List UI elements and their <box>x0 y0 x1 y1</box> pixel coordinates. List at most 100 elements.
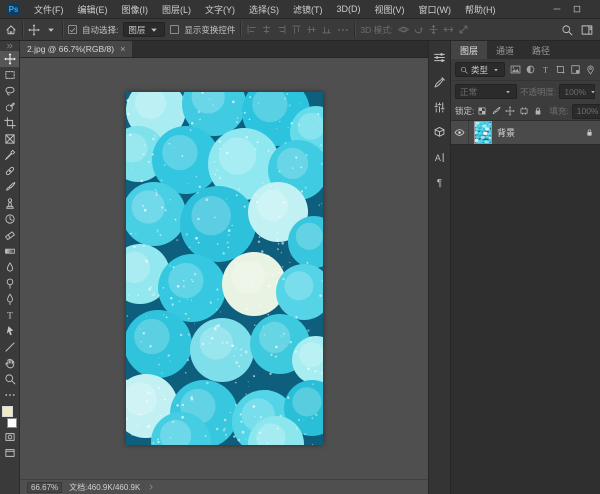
adjustments-panel-icon[interactable] <box>431 98 449 116</box>
quick-mask-button[interactable] <box>0 429 19 445</box>
zoom-tool[interactable] <box>0 371 19 387</box>
filter-adjust-icon[interactable] <box>525 64 536 75</box>
move-tool[interactable] <box>0 51 19 67</box>
paragraph-panel-icon[interactable]: ¶ <box>431 173 449 191</box>
menu-item[interactable]: 窗口(W) <box>412 0 459 18</box>
orbit-3d-icon[interactable] <box>398 24 409 35</box>
pen-tool[interactable] <box>0 291 19 307</box>
blend-mode-dropdown[interactable]: 正常 <box>455 84 517 99</box>
search-icon <box>460 66 468 74</box>
eraser-tool[interactable] <box>0 227 19 243</box>
libraries-panel-icon[interactable] <box>431 123 449 141</box>
close-tab-icon[interactable]: × <box>120 44 125 54</box>
current-tool-icon[interactable] <box>28 23 40 36</box>
home-icon[interactable] <box>5 24 17 36</box>
brush-tool[interactable] <box>0 179 19 195</box>
align-top-icon[interactable] <box>291 24 302 35</box>
filter-type-dropdown[interactable]: 类型 <box>455 62 505 77</box>
edit-toolbar-button[interactable] <box>0 387 19 403</box>
menu-item[interactable]: 视图(V) <box>368 0 412 18</box>
slide-3d-icon[interactable] <box>443 24 454 35</box>
search-icon[interactable] <box>561 24 573 36</box>
auto-select-dropdown[interactable]: 图层 <box>123 22 166 37</box>
clone-stamp-tool[interactable] <box>0 195 19 211</box>
crop-tool[interactable] <box>0 115 19 131</box>
more-options-icon[interactable] <box>337 24 349 36</box>
pan-3d-icon[interactable] <box>428 24 439 35</box>
align-center-v-icon[interactable] <box>306 24 317 35</box>
auto-select-checkbox[interactable] <box>68 25 77 34</box>
zoom-level-field[interactable]: 66.67% <box>27 481 63 493</box>
hand-tool[interactable] <box>0 355 19 371</box>
gradient-tool[interactable] <box>0 243 19 259</box>
menu-item[interactable]: 图像(I) <box>115 0 156 18</box>
menu-item[interactable]: 文件(F) <box>27 0 71 18</box>
lock-icon[interactable] <box>533 106 543 116</box>
type-tool[interactable]: T <box>0 307 19 323</box>
move-icon[interactable] <box>505 106 516 116</box>
title-bar: Ps 文件(F) 编辑(E) 图像(I) 图层(L) 文字(Y) 选择(S) 滤镜(T) 3D… <box>0 0 600 19</box>
show-transform-checkbox[interactable] <box>170 25 180 34</box>
svg-text:T: T <box>7 310 13 321</box>
eyedropper-tool[interactable] <box>0 147 19 163</box>
layer-row[interactable]: 背景 <box>451 121 600 145</box>
opacity-field[interactable]: 100% <box>559 84 596 99</box>
status-flyout-icon[interactable] <box>147 483 155 491</box>
align-left-icon[interactable] <box>246 24 257 35</box>
layer-lock-icon[interactable] <box>585 128 594 137</box>
path-select-tool[interactable] <box>0 323 19 339</box>
align-bottom-icon[interactable] <box>321 24 332 35</box>
background-color-swatch[interactable] <box>7 418 17 428</box>
canvas-image[interactable] <box>125 92 323 445</box>
panel-tab[interactable]: 路径 <box>523 41 559 59</box>
menu-item[interactable]: 编辑(E) <box>71 0 115 18</box>
smudge-tool[interactable] <box>0 259 19 275</box>
lasso-tool[interactable] <box>0 83 19 99</box>
filter-smart-icon[interactable] <box>570 64 581 75</box>
menu-item[interactable]: 帮助(H) <box>458 0 503 18</box>
lock-artboard-icon[interactable] <box>519 106 529 116</box>
spot-heal-tool[interactable] <box>0 163 19 179</box>
foreground-color-swatch[interactable] <box>2 406 13 417</box>
character-panel-icon[interactable]: A <box>431 148 449 166</box>
tools-panel: T <box>0 41 20 494</box>
screen-mode-button[interactable] <box>0 445 19 461</box>
panel-tab[interactable]: 通道 <box>487 41 523 59</box>
shape-line-tool[interactable] <box>0 339 19 355</box>
workspace-icon[interactable] <box>581 24 593 36</box>
menu-item[interactable]: 3D(D) <box>330 0 368 18</box>
fill-field[interactable]: 100% <box>571 103 600 119</box>
fill-value: 100% <box>576 106 599 116</box>
filter-type-icon[interactable]: T <box>540 64 551 75</box>
align-right-icon[interactable] <box>276 24 287 35</box>
maximize-button[interactable] <box>572 4 582 14</box>
lock-transparent-icon[interactable] <box>477 106 487 116</box>
frame-tool[interactable] <box>0 131 19 147</box>
history-brush-tool[interactable] <box>0 211 19 227</box>
filter-shape-icon[interactable] <box>555 64 566 75</box>
menu-item[interactable]: 文字(Y) <box>198 0 242 18</box>
menu-item[interactable]: 图层(L) <box>155 0 198 18</box>
color-panel-icon[interactable] <box>431 48 449 66</box>
filter-pin-icon[interactable] <box>585 64 596 75</box>
blend-mode-value: 正常 <box>460 86 478 97</box>
scale-3d-icon[interactable] <box>458 24 469 35</box>
brush-icon[interactable] <box>491 106 501 116</box>
panel-tab[interactable]: 图层 <box>451 41 488 59</box>
menu-item[interactable]: 滤镜(T) <box>286 0 330 18</box>
menu-item[interactable]: 选择(S) <box>242 0 286 18</box>
document-tab[interactable]: 2.jpg @ 66.7%(RGB/8) × <box>20 41 133 57</box>
marquee-tool[interactable] <box>0 67 19 83</box>
toolbar-collapse-icon[interactable] <box>6 41 14 51</box>
align-center-h-icon[interactable] <box>261 24 272 35</box>
layer-visibility-eye-icon[interactable] <box>451 121 469 144</box>
filter-image-icon[interactable] <box>510 64 521 75</box>
minimize-button[interactable] <box>552 4 562 14</box>
layer-thumbnail[interactable] <box>474 121 492 144</box>
quick-select-tool[interactable] <box>0 99 19 115</box>
properties-panel-icon[interactable] <box>431 73 449 91</box>
dodge-tool[interactable] <box>0 275 19 291</box>
tool-preset-caret-icon[interactable] <box>45 24 57 36</box>
color-swatches[interactable] <box>0 405 19 429</box>
roll-3d-icon[interactable] <box>413 24 424 35</box>
